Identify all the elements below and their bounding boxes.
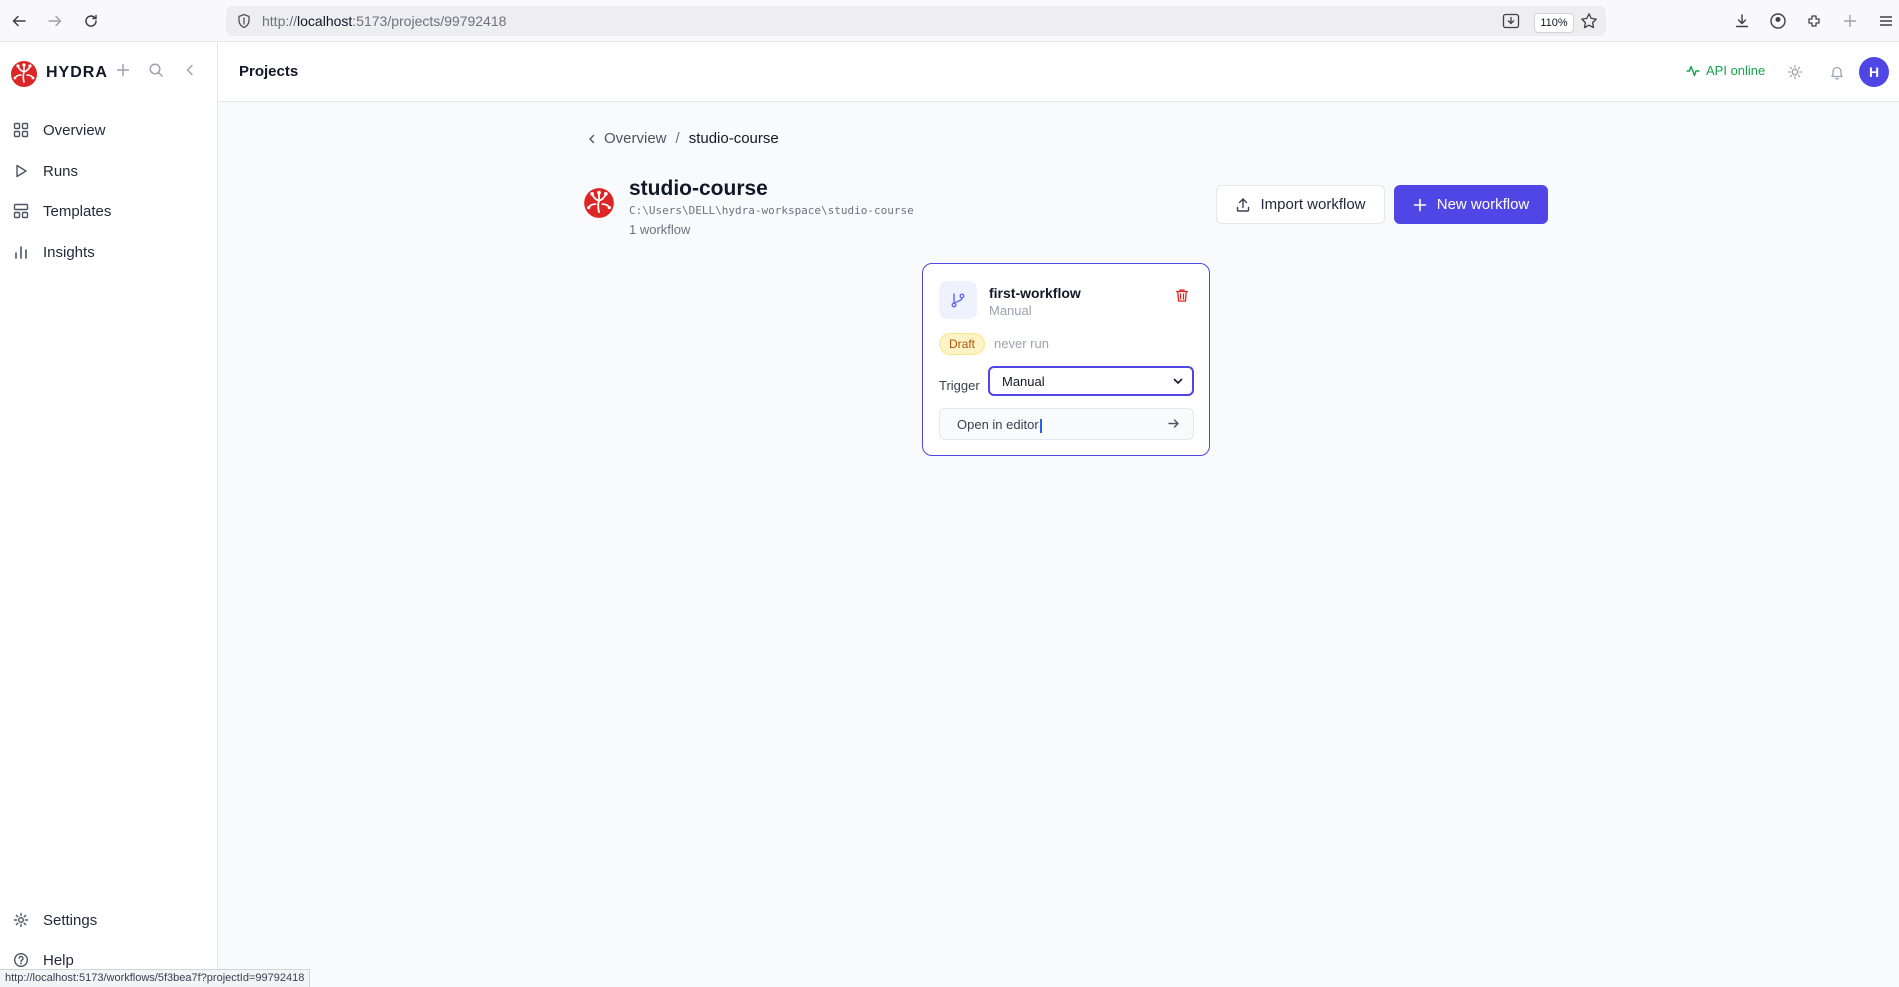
- sidebar-item-label: Templates: [43, 202, 112, 220]
- import-workflow-label: Import workflow: [1260, 196, 1366, 213]
- sidebar-item-label: Help: [43, 951, 74, 969]
- plus-icon: [1413, 198, 1427, 211]
- downloads-icon[interactable]: [1730, 9, 1754, 33]
- project-name: studio-course: [629, 177, 768, 200]
- open-in-editor-button[interactable]: Open in editor: [939, 408, 1194, 440]
- brand-name: HYDRA: [46, 64, 108, 81]
- sidebar-item-settings[interactable]: Settings: [0, 902, 217, 938]
- open-in-editor-label: Open in editor: [957, 417, 1039, 432]
- help-icon: [12, 951, 30, 969]
- sidebar-item-templates[interactable]: Templates: [0, 193, 217, 229]
- sidebar-item-overview[interactable]: Overview: [0, 112, 217, 148]
- add-icon[interactable]: [113, 60, 133, 80]
- workflow-card[interactable]: first-workflow Manual Draft never run Tr…: [922, 263, 1210, 456]
- sidebar-item-label: Settings: [43, 911, 98, 929]
- shield-icon[interactable]: [236, 13, 252, 34]
- trash-icon[interactable]: [1173, 286, 1191, 304]
- top-header: Projects API online H: [218, 42, 1899, 102]
- back-icon[interactable]: [7, 9, 31, 33]
- last-run-text: never run: [994, 336, 1049, 351]
- api-status-label: API online: [1706, 63, 1766, 78]
- chevron-left-icon[interactable]: [586, 133, 598, 145]
- upload-icon: [1237, 197, 1250, 212]
- status-badge: Draft: [939, 333, 986, 355]
- new-workflow-button[interactable]: New workflow: [1394, 185, 1548, 224]
- page-title: Projects: [239, 63, 299, 80]
- api-status: API online: [1686, 63, 1765, 78]
- play-icon: [12, 162, 30, 180]
- import-workflow-button[interactable]: Import workflow: [1216, 185, 1385, 224]
- account-icon[interactable]: [1766, 9, 1790, 33]
- sidebar-item-runs[interactable]: Runs: [0, 153, 217, 189]
- zoom-level[interactable]: 110%: [1534, 13, 1574, 33]
- text-cursor: [1039, 418, 1042, 433]
- bar-chart-icon: [12, 243, 30, 261]
- arrow-right-icon: [1167, 417, 1180, 433]
- url-text: http://localhost:5173/projects/99792418: [262, 13, 507, 29]
- sidebar-item-label: Insights: [43, 243, 95, 261]
- menu-icon[interactable]: [1874, 9, 1898, 33]
- sidebar-item-label: Overview: [43, 121, 106, 139]
- search-icon[interactable]: [146, 60, 166, 80]
- git-branch-icon: [939, 281, 977, 319]
- browser-toolbar: http://localhost:5173/projects/99792418 …: [0, 0, 1899, 42]
- workflow-name: first-workflow: [989, 285, 1081, 301]
- extensions-icon[interactable]: [1802, 9, 1826, 33]
- breadcrumb: Overview / studio-course: [586, 130, 779, 147]
- workflow-trigger-type: Manual: [989, 303, 1032, 318]
- breadcrumb-separator: /: [675, 130, 680, 147]
- sidebar-item-label: Runs: [43, 162, 79, 180]
- project-logo-icon: [583, 187, 615, 224]
- chevron-down-icon: [1172, 375, 1184, 390]
- bell-icon[interactable]: [1827, 62, 1847, 82]
- trigger-select-value: Manual: [1002, 373, 1045, 389]
- trigger-select[interactable]: Manual: [988, 366, 1194, 396]
- reader-mode-icon[interactable]: [1502, 13, 1520, 34]
- activity-icon: [1686, 65, 1700, 76]
- bookmark-star-icon[interactable]: [1580, 12, 1598, 35]
- main-content: Overview / studio-course studio-course C…: [218, 102, 1899, 987]
- new-tab-icon[interactable]: [1838, 9, 1862, 33]
- breadcrumb-link-overview[interactable]: Overview: [604, 130, 667, 147]
- collapse-sidebar-icon[interactable]: [180, 60, 200, 80]
- gear-icon: [12, 911, 30, 929]
- trigger-label: Trigger: [939, 378, 980, 393]
- forward-icon[interactable]: [43, 9, 67, 33]
- breadcrumb-current: studio-course: [688, 130, 779, 147]
- grid-icon: [12, 121, 30, 139]
- url-bar[interactable]: http://localhost:5173/projects/99792418 …: [226, 6, 1606, 36]
- sidebar: HYDRA Overview Runs Templates Insights S…: [0, 42, 218, 987]
- link-status-bar: http://localhost:5173/workflows/5f3bea7f…: [0, 969, 311, 987]
- project-path: C:\Users\DELL\hydra-workspace\studio-cou…: [629, 204, 914, 217]
- sidebar-item-insights[interactable]: Insights: [0, 234, 217, 270]
- avatar[interactable]: H: [1859, 57, 1889, 87]
- hydra-logo-icon: [11, 61, 37, 87]
- theme-toggle-icon[interactable]: [1785, 62, 1805, 82]
- layout-icon: [12, 202, 30, 220]
- workflow-count: 1 workflow: [629, 222, 691, 237]
- new-workflow-label: New workflow: [1436, 196, 1530, 213]
- brand-logo[interactable]: [10, 60, 38, 88]
- reload-icon[interactable]: [79, 9, 103, 33]
